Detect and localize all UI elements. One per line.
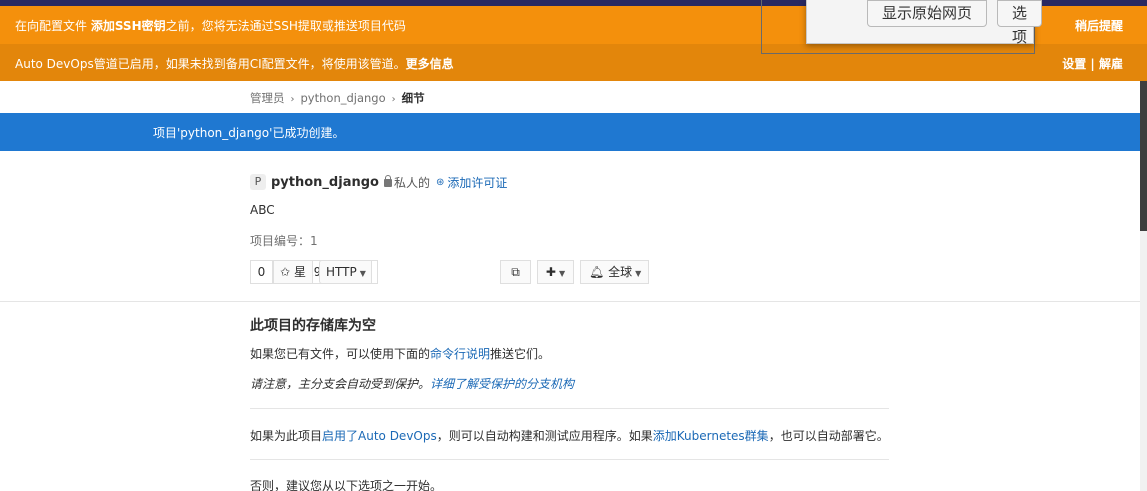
translate-popup: 显示原始网页 选项: [806, 0, 1043, 46]
dismiss-link[interactable]: 解雇: [1099, 57, 1123, 71]
empty-repo-hint: 如果您已有文件，可以使用下面的命令行说明推送它们。: [250, 347, 551, 361]
divider: [250, 408, 889, 409]
add-license-link[interactable]: 添加许可证: [447, 174, 507, 191]
plus-icon: ✚: [545, 265, 556, 279]
breadcrumb-separator: ›: [391, 94, 396, 105]
protected-branches-link[interactable]: 详细了解受保护的分支机构: [430, 377, 574, 391]
protocol-dropdown[interactable]: HTTP ▼: [319, 260, 372, 284]
breadcrumb-admin[interactable]: 管理员: [250, 91, 285, 105]
copy-icon: ⧉: [511, 265, 520, 279]
chevron-down-icon: ▼: [635, 269, 642, 278]
star-button[interactable]: ✩ 星: [273, 260, 313, 284]
project-controls: 0 ✩ 星 HTTP ▼ http://192.168.1 ⧉ ✚ ▼ 🔔︎ 全球 ▼: [250, 260, 649, 284]
project-description: ABC: [250, 203, 275, 217]
license-icon: ⊛: [435, 176, 445, 188]
project-title: python_django: [271, 174, 379, 190]
add-ssh-key-link[interactable]: 添加SSH密钥: [91, 19, 166, 33]
visibility-label: 私人的: [393, 175, 430, 190]
ssh-key-message: 在向配置文件 添加SSH密钥之前，您将无法通过SSH提取或推送项目代码: [15, 19, 406, 33]
lock-icon: [383, 175, 392, 187]
start-options-note: 否则，建议您从以下选项之一开始。: [250, 479, 443, 491]
breadcrumb-project[interactable]: python_django: [301, 91, 386, 105]
add-dropdown[interactable]: ✚ ▼: [537, 260, 574, 284]
empty-repo-title: 此项目的存储库为空: [250, 318, 376, 334]
star-count[interactable]: 0: [250, 260, 273, 284]
options-button[interactable]: 选项: [997, 0, 1043, 46]
show-original-button[interactable]: 显示原始网页: [867, 0, 988, 27]
flash-message: 项目'python_django'已成功创建。: [153, 126, 345, 140]
command-line-instructions-link[interactable]: 命令行说明: [430, 347, 490, 361]
star-icon: ✩: [280, 265, 291, 279]
flash-notice: 项目'python_django'已成功创建。: [0, 113, 1140, 151]
chevron-down-icon: ▼: [558, 269, 566, 278]
scrollbar-thumb[interactable]: [1140, 81, 1147, 231]
project-avatar: P: [250, 174, 266, 190]
project-id: 项目编号：1: [250, 234, 318, 248]
auto-devops-note: 如果为此项目启用了Auto DevOps，则可以自动构建和测试应用程序。如果添加…: [250, 429, 889, 443]
breadcrumb-current[interactable]: 细节: [402, 91, 425, 105]
bell-icon: 🔔︎: [589, 265, 605, 279]
divider: [250, 459, 889, 460]
project-header: P python_django 私人的 ⊛ 添加许可证: [250, 172, 507, 192]
protected-branch-note: 请注意，主分支会自动受到保护。详细了解受保护的分支机构: [250, 377, 575, 391]
copy-url-button[interactable]: ⧉: [500, 260, 531, 284]
settings-link[interactable]: 设置: [1062, 57, 1086, 71]
page-scrollbar[interactable]: [1140, 81, 1147, 491]
remind-later-button[interactable]: 稍后提醒: [1075, 17, 1123, 34]
notification-dropdown[interactable]: 🔔︎ 全球 ▼: [580, 260, 649, 284]
chevron-down-icon: ▼: [359, 269, 366, 278]
auto-devops-actions: 设置 | 解雇: [1062, 57, 1123, 71]
breadcrumb-separator: ›: [290, 94, 295, 105]
add-kubernetes-cluster-link[interactable]: 添加Kubernetes群集: [653, 429, 769, 443]
divider: [0, 301, 1140, 302]
more-info-link[interactable]: 更多信息: [406, 57, 454, 71]
breadcrumb: 管理员 › python_django › 细节: [250, 90, 425, 106]
enable-auto-devops-link[interactable]: 启用了Auto DevOps: [322, 429, 437, 443]
auto-devops-message: Auto DevOps管道已启用，如果未找到备用CI配置文件，将使用该管道。更多…: [15, 57, 454, 71]
